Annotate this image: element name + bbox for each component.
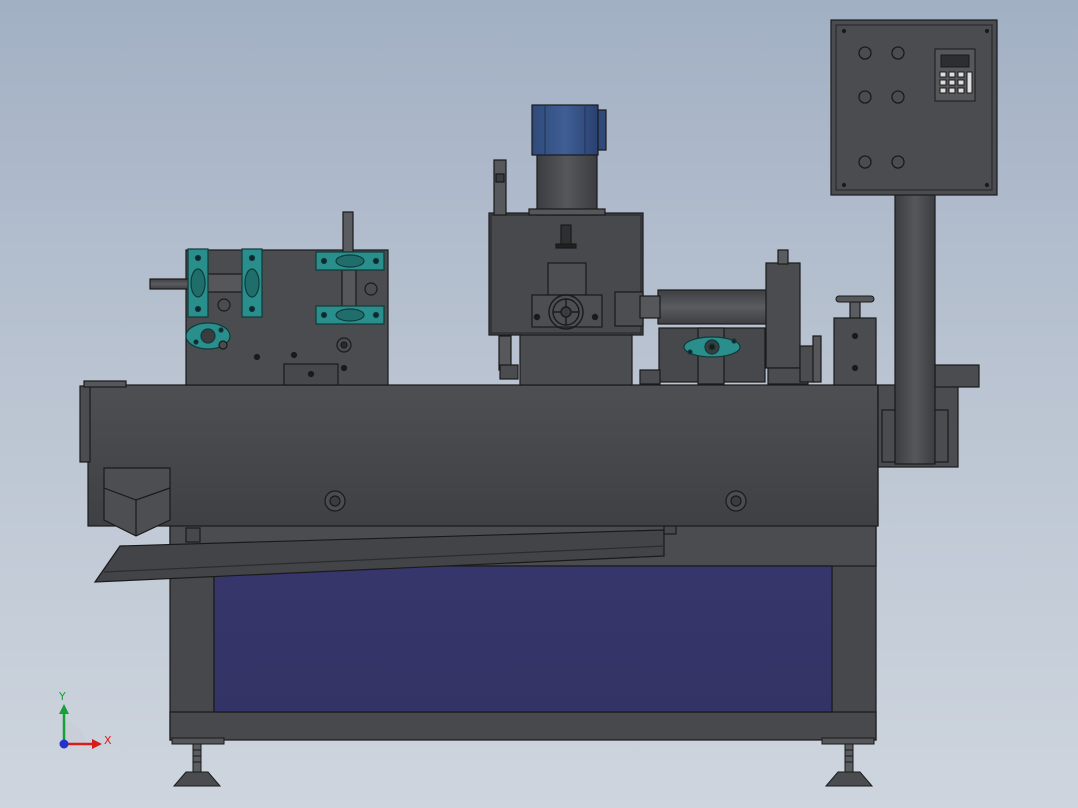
triad-x-arrowhead <box>92 739 102 749</box>
control-box <box>830 19 998 196</box>
central-tower <box>488 152 644 386</box>
drive-motor <box>531 104 607 156</box>
leveling-foot-right <box>821 737 875 787</box>
main-housing <box>79 364 980 527</box>
extruder-unit <box>639 249 822 385</box>
bottom-rail <box>169 711 877 741</box>
triad-x-label: X <box>104 734 112 747</box>
bearing-block-3 <box>315 251 385 271</box>
bearing-block-1 <box>187 248 209 318</box>
leveling-foot-left <box>171 737 225 787</box>
housing-knob-left[interactable] <box>324 490 346 512</box>
controller-display-icon[interactable] <box>934 48 976 102</box>
access-panel <box>213 565 833 713</box>
flange-bearing-left <box>185 322 231 350</box>
bearing-block-4 <box>315 305 385 325</box>
coordinate-triad: Y X <box>58 690 112 749</box>
housing-knob-right[interactable] <box>725 490 747 512</box>
left-roller-unit <box>149 211 389 386</box>
triad-y-label: Y <box>58 690 66 703</box>
valve-handle[interactable] <box>835 295 875 303</box>
cad-viewport[interactable]: Y X <box>0 0 1078 808</box>
control-column <box>894 193 936 465</box>
triad-origin <box>59 739 69 749</box>
bearing-block-2 <box>241 248 263 318</box>
extruder-flange <box>683 336 741 358</box>
valve-unit <box>833 301 877 386</box>
triad-y-arrowhead <box>59 704 69 714</box>
